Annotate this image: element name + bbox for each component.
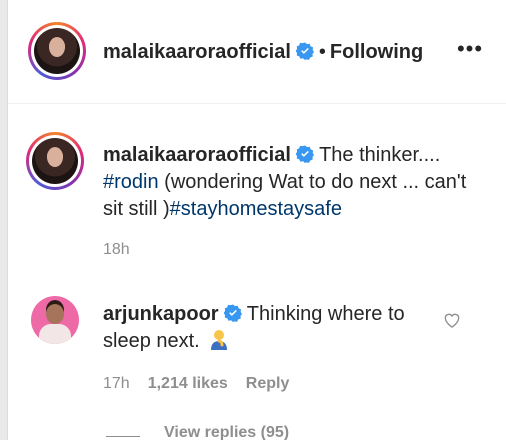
comment-avatar[interactable] — [31, 296, 79, 344]
verified-badge-icon — [295, 42, 314, 60]
comment-likes[interactable]: 1,214 likes — [148, 375, 228, 392]
following-button[interactable]: Following — [330, 41, 423, 63]
separator-dot: • — [318, 41, 326, 63]
caption-username[interactable]: malaikaaroraofficial — [103, 144, 291, 166]
verified-badge-icon — [223, 304, 242, 322]
heart-outline-icon[interactable] — [442, 310, 462, 330]
caption-text: malaikaaroraofficial The thinker.... #ro… — [103, 142, 483, 223]
reply-button[interactable]: Reply — [246, 375, 290, 392]
caption-timestamp[interactable]: 18h — [103, 241, 130, 259]
comment-text: arjunkapoor Thinking where to sleep next… — [103, 301, 433, 355]
header-username[interactable]: malaikaaroraofficial — [103, 41, 291, 63]
comment-username[interactable]: arjunkapoor — [103, 303, 219, 325]
caption-avatar[interactable] — [26, 132, 84, 190]
comment-meta: 17h 1,214 likes Reply — [103, 375, 307, 393]
view-replies-button[interactable]: View replies (95) — [164, 424, 289, 440]
caption-body-1: The thinker.... — [319, 144, 441, 166]
hashtag-link-stayhomestaysafe[interactable]: #stayhomestaysafe — [170, 198, 342, 220]
verified-badge-icon — [295, 145, 314, 163]
replies-divider — [106, 436, 140, 437]
comment-timestamp[interactable]: 17h — [103, 375, 130, 392]
header-user-line: malaikaaroraofficial • Following — [103, 40, 423, 64]
more-options-icon[interactable]: ••• — [454, 38, 486, 64]
hashtag-link-rodin[interactable]: #rodin — [103, 171, 159, 193]
post-header: malaikaaroraofficial • Following ••• — [8, 0, 506, 104]
header-avatar[interactable] — [28, 22, 86, 80]
post-panel: malaikaaroraofficial • Following ••• malai… — [7, 0, 506, 440]
person-thinking-emoji — [211, 330, 228, 350]
